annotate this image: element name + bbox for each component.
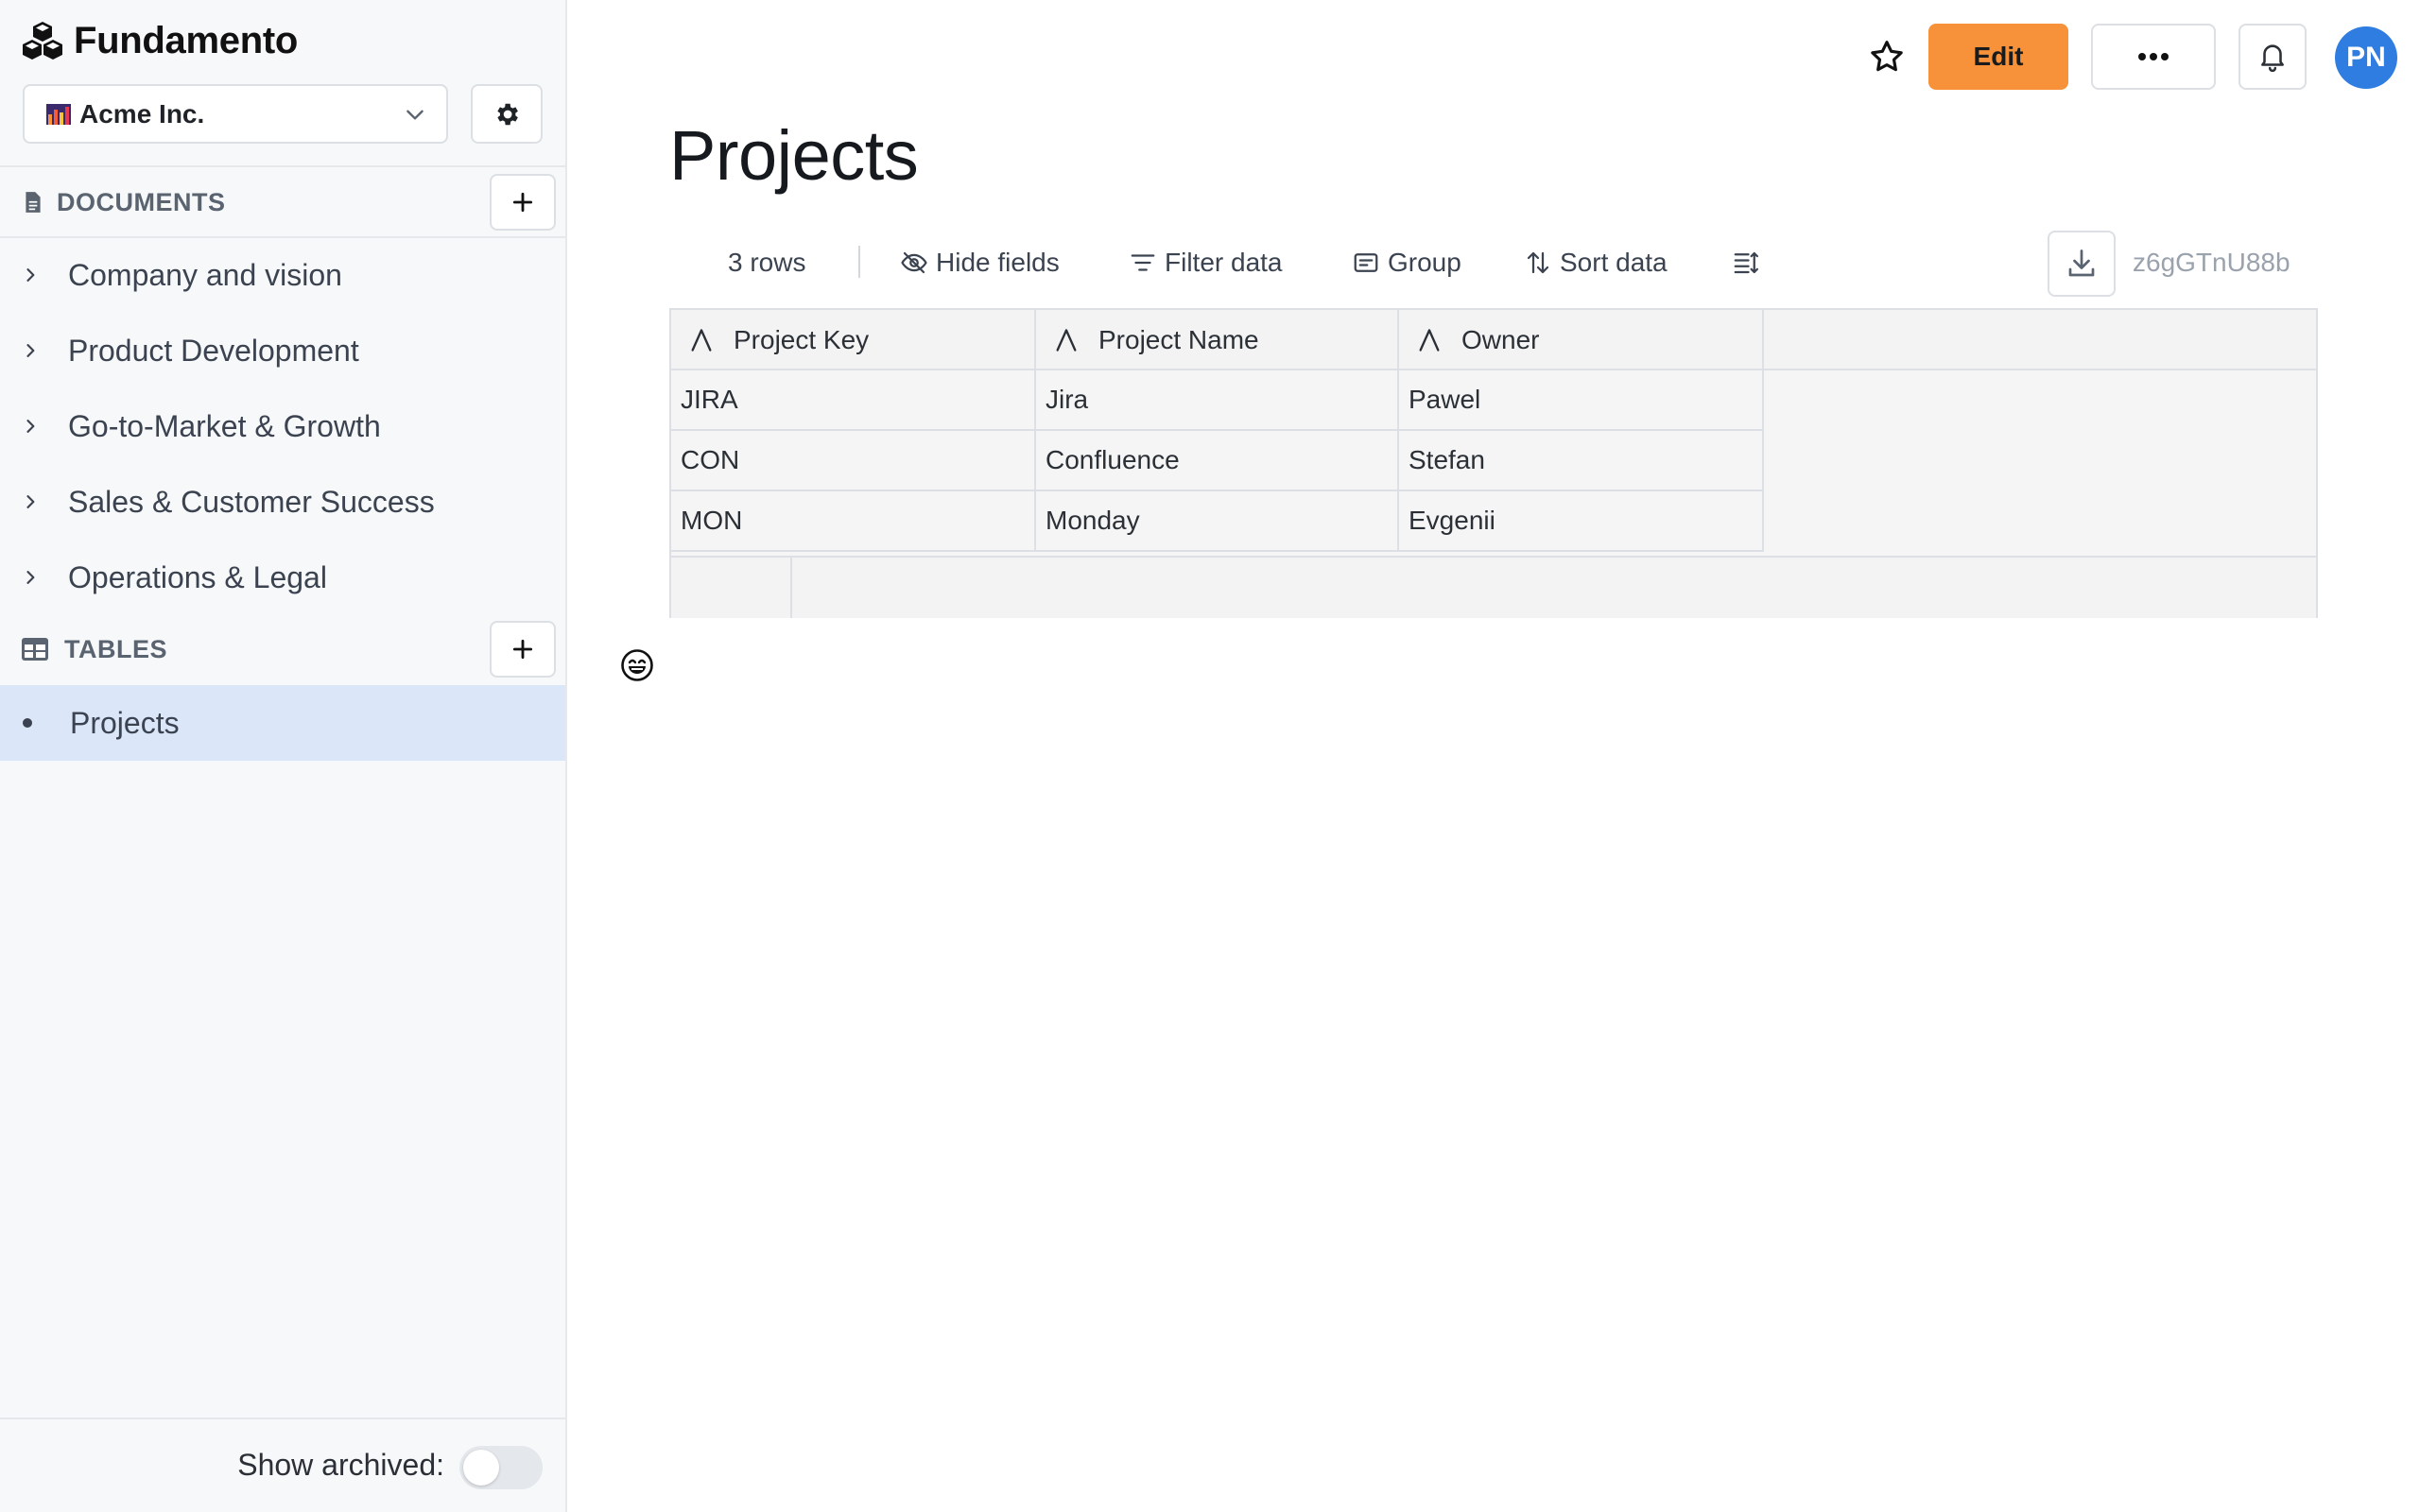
sidebar-item-product-development[interactable]: Product Development [0,313,565,388]
table-icon [22,638,48,661]
group-label: Group [1388,248,1461,277]
sidebar-item-label: Projects [70,705,180,740]
chevron-right-icon [26,495,35,508]
plus-icon [512,192,533,213]
chevron-down-icon [406,110,424,120]
chevron-right-icon [26,268,35,282]
emoji-icon[interactable] [620,648,654,682]
sidebar-item-go-to-market[interactable]: Go-to-Market & Growth [0,388,565,464]
toolbar-separator [858,246,860,278]
sidebar-item-projects[interactable]: Projects [0,685,565,761]
column-header-label: Owner [1461,325,1540,354]
documents-section-header: DOCUMENTS [0,166,565,238]
eye-off-icon [901,251,927,274]
column-header-label: Project Name [1098,325,1259,354]
sidebar-item-label: Go-to-Market & Growth [68,408,381,443]
hide-fields-label: Hide fields [936,248,1060,277]
favorite-button[interactable] [1864,34,1910,79]
table-cell[interactable]: JIRA [671,370,1036,429]
sidebar-item-label: Operations & Legal [68,559,327,594]
documents-section-label: DOCUMENTS [57,187,226,216]
text-type-icon [691,329,712,352]
chevron-right-icon [26,420,35,433]
filter-data-label: Filter data [1165,248,1283,277]
filter-data-button[interactable]: Filter data [1129,240,1283,285]
more-options-button[interactable] [2091,24,2216,90]
table-footer [671,556,2316,618]
table-cell[interactable]: Confluence [1036,431,1399,490]
download-button[interactable] [2048,231,2116,297]
chevron-right-icon [26,344,35,357]
column-header[interactable]: Project Key [671,310,1036,370]
show-archived-toggle[interactable] [459,1446,543,1489]
tables-section-header: TABLES [0,613,565,685]
text-type-icon [1056,329,1077,352]
bullet-icon [23,718,32,728]
group-button[interactable]: Group [1352,240,1461,285]
brand[interactable]: Fundamento [21,17,298,64]
chevron-right-icon [26,571,35,584]
toggle-knob [463,1450,499,1486]
table-cell[interactable]: Stefan [1399,431,1764,490]
filter-icon [1131,254,1155,271]
table-row: CON Confluence Stefan [671,431,1764,491]
add-row-cell[interactable] [671,558,792,618]
sidebar-footer: Show archived: [0,1418,565,1512]
text-type-icon [1419,329,1440,352]
table-row: MON Monday Evgenii [671,491,1764,552]
bell-icon [2261,44,2284,73]
show-archived-label: Show archived: [237,1448,444,1482]
row-count: 3 rows [728,248,806,277]
page-title: Projects [669,116,919,195]
notifications-button[interactable] [2238,24,2307,90]
sidebar-item-label: Sales & Customer Success [68,484,435,519]
sort-icon [1527,251,1549,274]
table-cell[interactable]: Monday [1036,491,1399,550]
sidebar-item-operations-legal[interactable]: Operations & Legal [0,540,565,615]
table-toolbar: 3 rows Hide fields Filter data Group Sor… [669,231,2318,297]
sort-data-label: Sort data [1560,248,1668,277]
download-icon [2068,249,2095,277]
data-table: Project Key Project Name Owner JIRA Jira… [669,308,2318,618]
table-cell[interactable]: MON [671,491,1036,550]
avatar[interactable]: PN [2335,26,2397,89]
row-height-button[interactable] [1732,240,1768,285]
table-cell[interactable]: Jira [1036,370,1399,429]
app-name: Fundamento [74,19,298,61]
workspace-logo-icon [46,103,71,125]
edit-button[interactable]: Edit [1928,24,2068,90]
column-header[interactable]: Project Name [1036,310,1399,370]
column-header-label: Project Key [734,325,870,354]
add-table-button[interactable] [490,621,556,678]
add-document-button[interactable] [490,174,556,231]
logo-icon [23,22,62,60]
table-row: JIRA Jira Pawel [671,370,1764,431]
sidebar-item-label: Company and vision [68,257,342,292]
gear-icon [497,103,518,125]
table-cell[interactable]: Evgenii [1399,491,1764,550]
sort-data-button[interactable]: Sort data [1524,240,1668,285]
row-height-icon [1734,251,1758,274]
document-id: z6gGTnU88b [2133,248,2290,277]
star-icon [1871,41,1903,72]
plus-icon [512,639,533,660]
document-icon [26,192,41,213]
table-header: Project Key Project Name Owner [671,310,2316,370]
workspace-name: Acme Inc. [79,98,205,129]
workspace-select[interactable]: Acme Inc. [23,84,448,144]
workspace-settings-button[interactable] [471,84,543,144]
more-horizontal-icon [2138,53,2169,60]
sidebar: Fundamento Acme Inc. DOCUMENTS Company a… [0,0,567,1512]
sidebar-item-sales-customer-success[interactable]: Sales & Customer Success [0,464,565,540]
hide-fields-button[interactable]: Hide fields [900,240,1060,285]
group-icon [1354,253,1378,272]
table-cell[interactable]: Pawel [1399,370,1764,429]
sidebar-item-company-and-vision[interactable]: Company and vision [0,237,565,313]
sidebar-item-label: Product Development [68,333,359,368]
table-cell[interactable]: CON [671,431,1036,490]
tables-section-label: TABLES [64,634,167,663]
column-header[interactable]: Owner [1399,310,1764,370]
